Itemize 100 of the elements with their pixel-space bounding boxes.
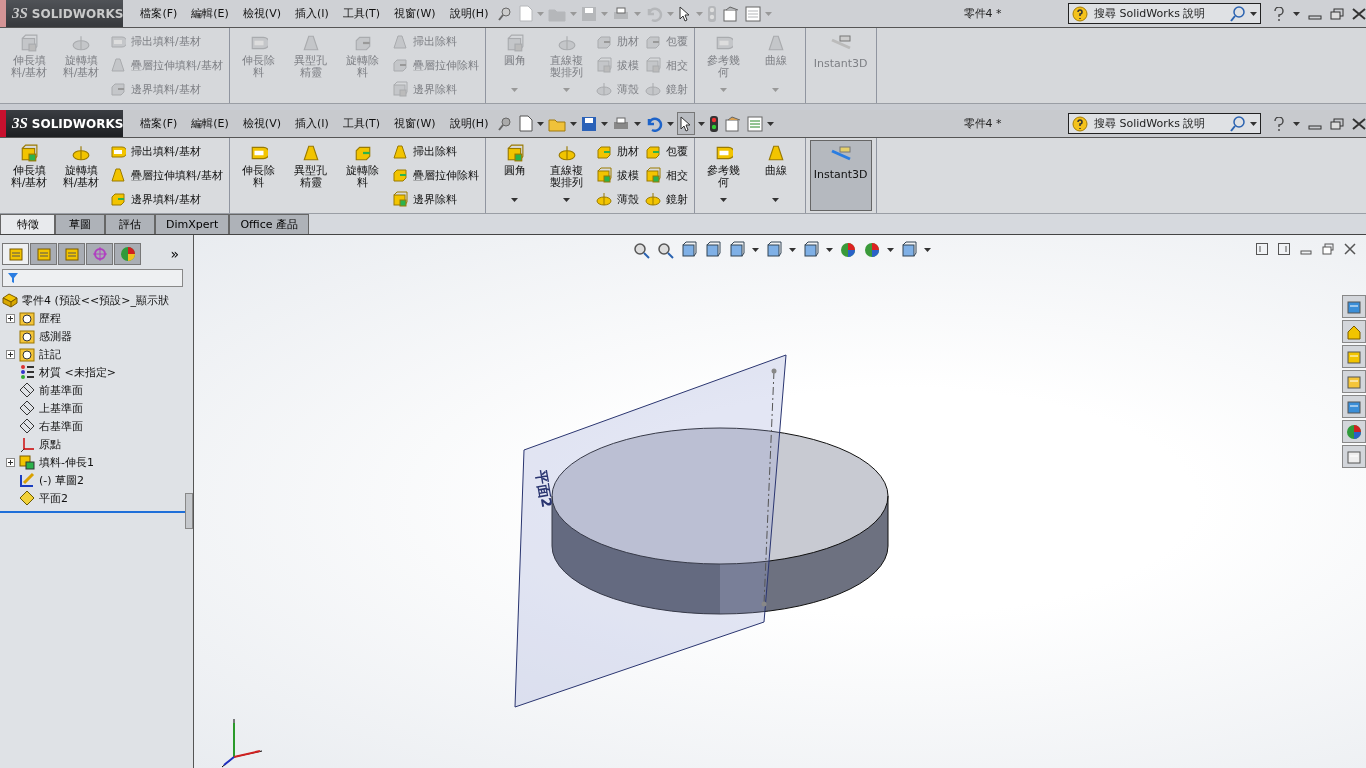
ribbon-button[interactable]: 掃出除料 [391, 143, 479, 160]
ribbon-button[interactable]: 異型孔精靈 [285, 140, 336, 211]
traffic-light-icon[interactable] [708, 114, 719, 133]
ribbon-button[interactable]: 薄殼 [595, 191, 639, 208]
command-tab[interactable]: 特徵 [0, 214, 55, 234]
checklist-icon[interactable] [746, 115, 763, 132]
new-document-icon[interactable] [518, 115, 533, 132]
search-icon[interactable] [1230, 115, 1246, 132]
help-icon[interactable] [1273, 116, 1285, 131]
tree-item[interactable]: 歷程 [2, 309, 185, 327]
tree-item[interactable]: 右基準面 [2, 417, 185, 435]
ribbon-button[interactable]: 疊層拉伸除料 [391, 167, 479, 184]
close-icon[interactable] [1352, 117, 1366, 130]
panel-handle[interactable] [185, 493, 193, 529]
scene-icon[interactable] [863, 241, 881, 259]
expand-icon[interactable] [6, 457, 15, 467]
tree-item[interactable]: 感測器 [2, 327, 185, 345]
task-pane-tab[interactable] [1342, 295, 1366, 318]
pushpin-icon[interactable] [497, 115, 512, 132]
tree-item[interactable]: 零件4 (預設<<預設>_顯示狀 [2, 291, 185, 309]
feature-icon [391, 143, 408, 160]
menu-item[interactable]: 檢視(V) [235, 116, 288, 131]
material-icon [19, 364, 35, 380]
task-pane-tab[interactable] [1342, 320, 1366, 343]
close-icon[interactable] [1344, 243, 1356, 255]
panel-tab[interactable] [2, 243, 29, 265]
ribbon-button[interactable]: 疊層拉伸填料/基材 [110, 167, 223, 184]
tree-item[interactable]: 註記 [2, 345, 185, 363]
ribbon-button[interactable]: 曲線 [750, 140, 801, 211]
search-box[interactable]: 搜尋 SolidWorks 說明 [1068, 113, 1261, 134]
restore-icon[interactable] [1322, 243, 1334, 255]
ribbon-button[interactable]: 旋轉填料/基材 [56, 140, 106, 211]
menu-item[interactable]: 工具(T) [335, 116, 388, 131]
tree-item[interactable]: 材質 <未指定> [2, 363, 185, 381]
menu-item[interactable]: 視窗(W) [387, 116, 443, 131]
feature-icon [644, 191, 661, 208]
ribbon-button[interactable]: 圓角 [489, 140, 540, 211]
tree-item[interactable]: 上基準面 [2, 399, 185, 417]
tree-icon [7, 246, 24, 262]
printer-icon[interactable] [611, 115, 630, 132]
feature-icon [505, 34, 524, 52]
logo-mark: 3S [12, 5, 28, 22]
filter-field[interactable] [2, 269, 183, 287]
tree-item[interactable]: 原點 [2, 435, 185, 453]
ribbon-button[interactable]: 鏡射 [644, 191, 688, 208]
ribbon-button[interactable]: 旋轉除料 [337, 140, 388, 211]
ribbon-button[interactable]: 掃出填料/基材 [110, 143, 223, 160]
expand-icon[interactable] [6, 313, 15, 323]
ribbon-button[interactable]: 相交 [644, 167, 688, 184]
feature-icon [110, 33, 126, 50]
menu-item[interactable]: 插入(I) [287, 116, 336, 131]
restore-icon[interactable] [1330, 117, 1344, 130]
command-tab[interactable]: Office 產品 [229, 214, 309, 234]
ribbon-button[interactable]: 包覆 [644, 143, 688, 160]
tile-right-icon[interactable] [1278, 243, 1290, 255]
panel-tab[interactable] [30, 243, 57, 265]
ribbon-button[interactable]: 伸長除料 [233, 140, 284, 211]
ribbon-button[interactable]: 直線複製排列 [541, 140, 592, 211]
ribbon-button[interactable]: 肋材 [595, 143, 639, 160]
command-tab[interactable]: 評估 [105, 214, 155, 234]
tree-item[interactable]: (-) 草圖2 [2, 471, 185, 489]
panel-tab[interactable] [114, 243, 141, 265]
zoom-area-icon[interactable] [656, 241, 674, 259]
tree-item[interactable]: 填料-伸長1 [2, 453, 185, 471]
options-icon[interactable] [723, 115, 742, 132]
search-icon[interactable] [1230, 5, 1246, 22]
ribbon-button[interactable]: 拔模 [595, 167, 639, 184]
caret-icon [600, 11, 608, 16]
ribbon-button[interactable]: 邊界除料 [391, 191, 479, 208]
menu-item[interactable]: 編輯(E) [184, 116, 236, 131]
appearance-icon[interactable] [839, 241, 857, 259]
task-pane-tab[interactable] [1342, 395, 1366, 418]
feature-icon [72, 144, 90, 162]
tile-left-icon[interactable] [1256, 243, 1268, 255]
save-icon[interactable] [580, 115, 597, 132]
command-tab[interactable]: 草圖 [55, 214, 105, 234]
search-field[interactable]: 搜尋 SolidWorks 說明 [1092, 116, 1226, 131]
ribbon-button[interactable]: 伸長填料/基材 [4, 140, 54, 211]
command-tab[interactable]: DimXpert [155, 214, 230, 234]
task-pane-tab[interactable] [1342, 445, 1366, 468]
panel-tab[interactable] [86, 243, 113, 265]
pointer-icon[interactable] [678, 115, 693, 132]
panel-tab[interactable] [58, 243, 85, 265]
ribbon-button[interactable]: Instant3D [809, 140, 872, 211]
tree-item[interactable]: 前基準面 [2, 381, 185, 399]
ribbon-button[interactable]: 邊界填料/基材 [110, 191, 223, 208]
feature-icon [110, 191, 126, 208]
more-button[interactable]: » [170, 246, 179, 262]
menu-item[interactable]: 說明(H) [442, 116, 496, 131]
ribbon-button[interactable]: 參考幾何 [698, 140, 749, 211]
expand-icon[interactable] [6, 349, 15, 359]
caret-icon [569, 11, 577, 16]
caret-icon [697, 121, 705, 126]
task-pane-tab[interactable] [1342, 420, 1366, 443]
caret-icon [766, 121, 774, 126]
task-pane-tab[interactable] [1342, 345, 1366, 368]
menu-item[interactable]: 檔案(F) [133, 116, 185, 131]
tree-item[interactable]: 平面2 [2, 489, 185, 507]
zoom-fit-icon[interactable] [632, 241, 650, 259]
task-pane-tab[interactable] [1342, 370, 1366, 393]
